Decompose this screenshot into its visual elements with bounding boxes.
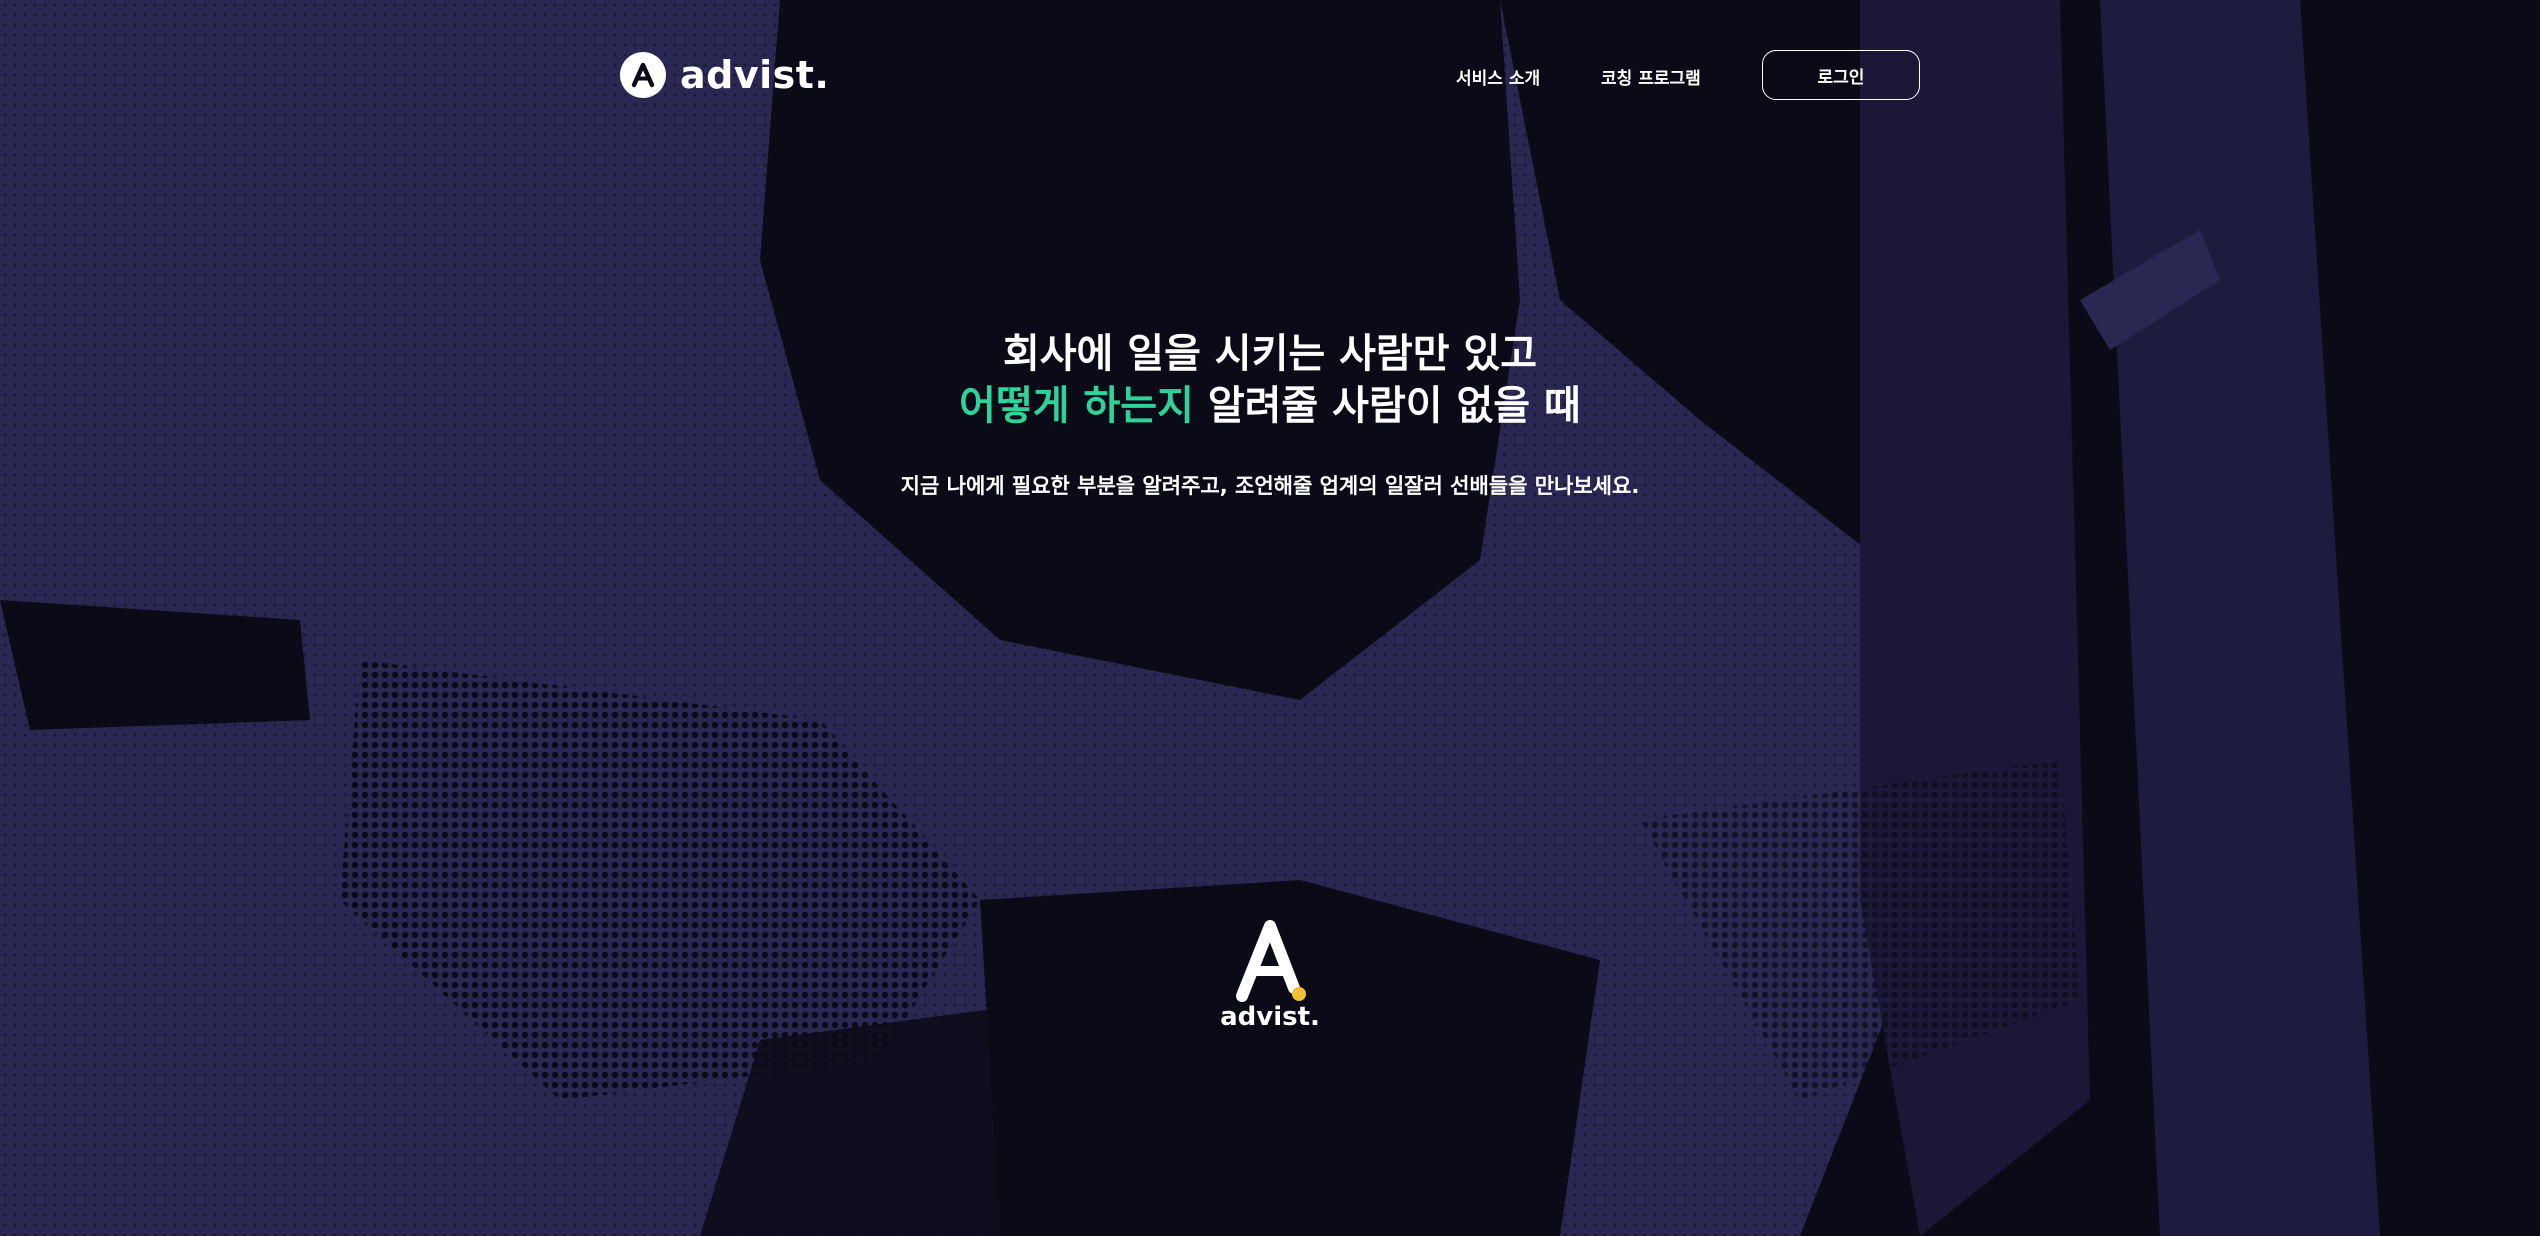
header-logo[interactable]: advist. <box>620 48 829 102</box>
hero-title-line1: 회사에 일을 시키는 사람만 있고 <box>1002 331 1538 377</box>
hero-title-accent: 어떻게 하는지 <box>959 383 1194 429</box>
site-header: advist. 서비스 소개 코칭 프로그램 로그인 <box>0 0 2540 152</box>
nav-link-coaching[interactable]: 코칭 프로그램 <box>1601 64 1701 89</box>
center-logo-text: advist. <box>1220 1002 1320 1032</box>
nav-item-services[interactable]: 서비스 소개 <box>1456 50 1540 102</box>
nav-link-services[interactable]: 서비스 소개 <box>1456 64 1540 89</box>
hero-subtitle: 지금 나에게 필요한 부분을 알려주고, 조언해줄 업계의 일잘러 선배들을 만… <box>900 474 1640 498</box>
brand-name: advist. <box>680 53 830 97</box>
nav-item-coaching[interactable]: 코칭 프로그램 <box>1601 50 1701 102</box>
hero-background-image <box>0 0 2540 1236</box>
login-button[interactable]: 로그인 <box>1762 50 1920 100</box>
center-logo: advist. <box>1220 918 1320 1038</box>
advist-logo-icon <box>620 52 666 98</box>
hero-title-line2: 알려줄 사람이 없을 때 <box>1193 383 1581 429</box>
advist-a-mark-icon <box>1236 920 1306 1002</box>
halftone-photo <box>0 0 2540 1236</box>
hero-title: 회사에 일을 시키는 사람만 있고 어떻게 하는지 알려줄 사람이 없을 때 <box>0 328 2540 432</box>
